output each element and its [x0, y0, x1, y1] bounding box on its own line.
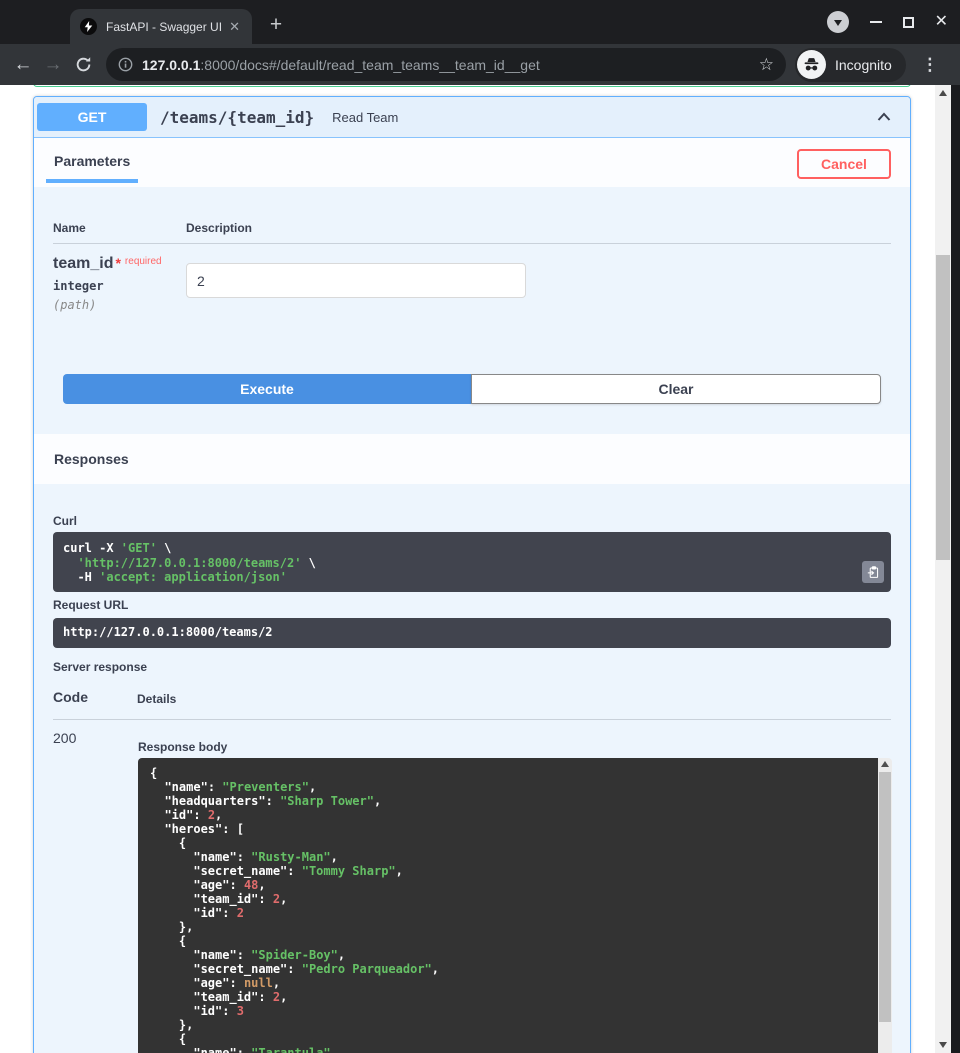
required-star: * — [115, 255, 120, 271]
request-url-label: Request URL — [53, 598, 128, 612]
curl-command: curl -X 'GET' \ 'http://127.0.0.1:8000/t… — [53, 532, 891, 592]
collapse-chevron-icon[interactable] — [876, 109, 892, 125]
tab-parameters[interactable]: Parameters — [54, 153, 130, 169]
endpoint-path: /teams/{team_id} — [160, 108, 314, 127]
scroll-down-arrow-icon[interactable] — [939, 1042, 947, 1048]
swagger-page: GET /teams/{team_id} Read Team Parameter… — [0, 85, 960, 1053]
request-url-value: http://127.0.0.1:8000/teams/2 — [53, 618, 891, 648]
url-host: 127.0.0.1 — [142, 57, 200, 73]
url-path: :8000/docs#/default/read_team_teams__tea… — [200, 57, 539, 73]
fastapi-favicon-icon — [80, 18, 97, 35]
opblock-get-read-team: GET /teams/{team_id} Read Team Parameter… — [33, 96, 911, 1053]
column-header-name: Name — [53, 221, 186, 243]
response-body-label: Response body — [138, 740, 227, 754]
page-scrollbar-thumb[interactable] — [936, 255, 950, 560]
window-right-edge — [951, 85, 960, 1053]
opblock-summary[interactable]: GET /teams/{team_id} Read Team — [34, 97, 910, 138]
cancel-button[interactable]: Cancel — [797, 149, 891, 179]
chevron-down-icon — [834, 20, 842, 26]
parameters-header-row: Parameters Cancel — [34, 138, 910, 187]
execute-button-group: Execute Clear — [63, 374, 881, 404]
url-text[interactable]: 127.0.0.1:8000/docs#/default/read_team_t… — [142, 57, 751, 73]
browser-menu-icon[interactable]: ⋮ — [918, 55, 942, 75]
details-column-header: Details — [137, 692, 176, 706]
active-tab-underline — [46, 179, 138, 183]
close-window-button[interactable]: ✕ — [935, 15, 948, 29]
minimize-button[interactable] — [870, 21, 882, 23]
browser-tab[interactable]: FastAPI - Swagger UI ✕ — [70, 9, 252, 44]
response-body-scrollbar[interactable] — [878, 758, 892, 1053]
status-code: 200 — [53, 730, 76, 746]
tab-title: FastAPI - Swagger UI — [106, 20, 227, 34]
bookmark-star-icon[interactable]: ☆ — [759, 55, 774, 75]
parameter-name-cell: team_id* required integer (path) — [53, 255, 186, 312]
incognito-badge: Incognito — [795, 48, 906, 82]
browser-toolbar: ← → 127.0.0.1:8000/docs#/default/read_te… — [0, 44, 960, 85]
parameter-name: team_id — [53, 255, 113, 272]
new-tab-button[interactable]: + — [262, 12, 290, 40]
response-body-block: { "name": "Preventers", "headquarters": … — [138, 758, 892, 1053]
response-body-json: { "name": "Preventers", "headquarters": … — [138, 758, 878, 1053]
reload-icon[interactable] — [68, 56, 98, 73]
scroll-up-arrow-icon[interactable] — [939, 90, 947, 96]
parameter-location: (path) — [53, 298, 186, 312]
forward-icon[interactable]: → — [38, 54, 68, 76]
incognito-label: Incognito — [835, 57, 892, 73]
responses-title: Responses — [54, 451, 129, 467]
maximize-button[interactable] — [903, 17, 914, 28]
responses-section-header: Responses — [34, 434, 910, 484]
clear-button[interactable]: Clear — [471, 374, 881, 404]
endpoint-summary: Read Team — [332, 110, 398, 125]
method-badge: GET — [37, 103, 147, 131]
tab-close-icon[interactable]: ✕ — [227, 19, 242, 35]
column-header-description: Description — [186, 221, 252, 243]
parameter-type: integer — [53, 279, 186, 293]
curl-block: curl -X 'GET' \ 'http://127.0.0.1:8000/t… — [53, 532, 891, 592]
previous-opblock-bottom-edge — [33, 85, 911, 87]
required-label: required — [125, 256, 162, 267]
team-id-input[interactable] — [186, 263, 526, 298]
code-column-header: Code — [53, 689, 88, 705]
page-scrollbar[interactable] — [935, 85, 951, 1053]
incognito-icon — [797, 50, 826, 79]
clipboard-icon — [867, 566, 880, 579]
copy-to-clipboard-button[interactable] — [862, 561, 884, 583]
window-controls: ✕ — [827, 11, 948, 33]
server-response-label: Server response — [53, 660, 147, 674]
response-table-divider — [53, 719, 891, 720]
scrollbar-thumb[interactable] — [879, 772, 891, 1022]
profile-menu-button[interactable] — [827, 11, 849, 33]
execute-button[interactable]: Execute — [63, 374, 471, 404]
scroll-up-arrow-icon[interactable] — [881, 761, 889, 767]
info-icon[interactable] — [118, 57, 133, 72]
browser-titlebar: FastAPI - Swagger UI ✕ + ✕ — [0, 0, 960, 44]
curl-label: Curl — [53, 514, 77, 528]
back-icon[interactable]: ← — [8, 54, 38, 76]
parameters-table-header: Name Description — [53, 221, 891, 244]
address-bar[interactable]: 127.0.0.1:8000/docs#/default/read_team_t… — [106, 48, 786, 81]
